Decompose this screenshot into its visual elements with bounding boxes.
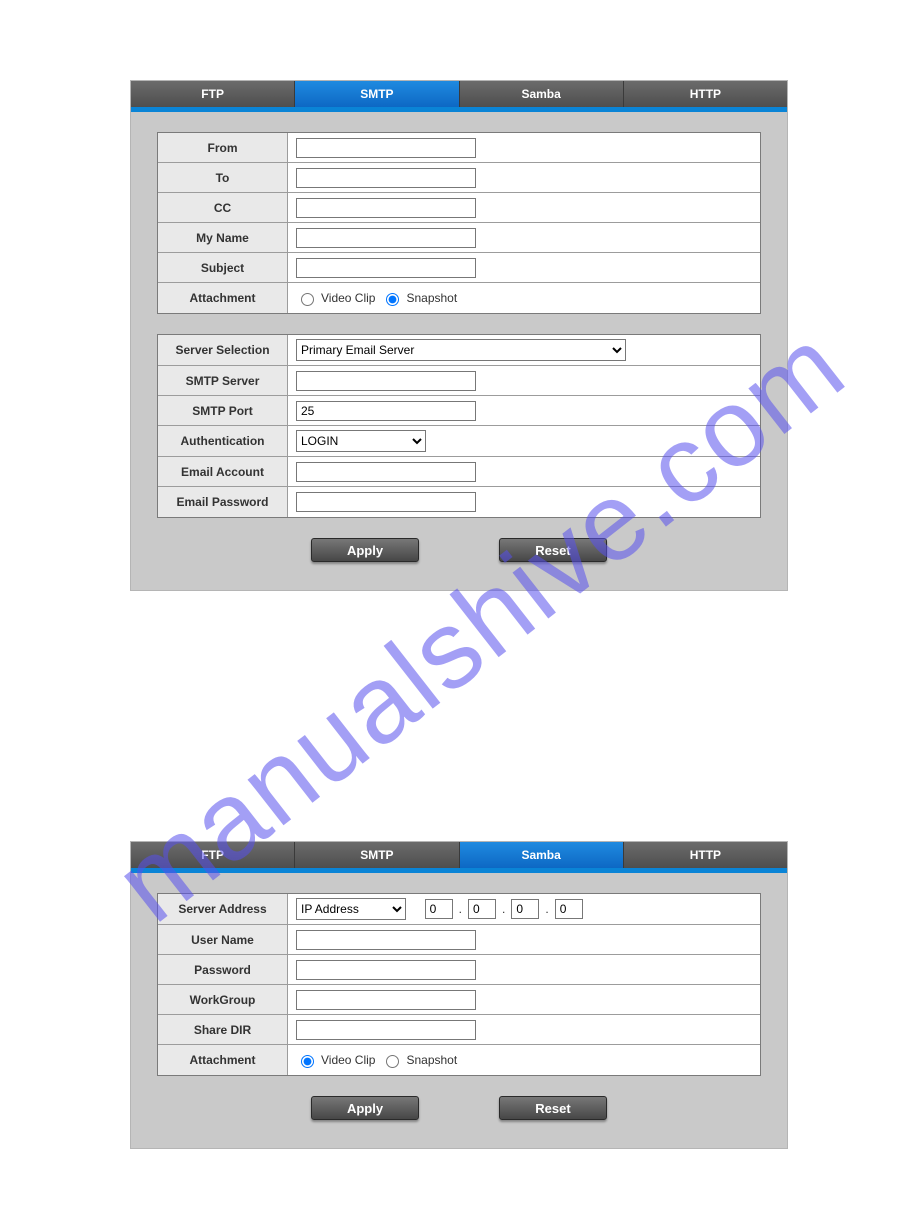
label-server-address: Server Address: [158, 894, 288, 924]
smtp-server-input[interactable]: [296, 371, 476, 391]
label-authentication: Authentication: [158, 426, 288, 456]
accent-bar: [131, 107, 787, 112]
apply-button[interactable]: Apply: [311, 1096, 419, 1120]
myname-input[interactable]: [296, 228, 476, 248]
smtp-group-1: From To CC My Name Subject Attachment Vi…: [157, 132, 761, 314]
tab-ftp[interactable]: FTP: [131, 81, 295, 107]
tab-ftp[interactable]: FTP: [131, 842, 295, 868]
tab-smtp[interactable]: SMTP: [295, 81, 459, 107]
radio-video-clip-label: Video Clip: [321, 1053, 375, 1067]
radio-video-clip-label: Video Clip: [321, 291, 375, 305]
apply-button[interactable]: Apply: [311, 538, 419, 562]
radio-video-clip[interactable]: Video Clip: [296, 290, 375, 306]
radio-video-clip-input[interactable]: [301, 1055, 314, 1068]
samba-username-input[interactable]: [296, 930, 476, 950]
ip-dot: .: [545, 902, 548, 916]
ip-dot: .: [459, 902, 462, 916]
radio-snapshot-label: Snapshot: [406, 1053, 457, 1067]
tab-http[interactable]: HTTP: [624, 842, 787, 868]
radio-snapshot-input[interactable]: [386, 293, 399, 306]
tab-samba[interactable]: Samba: [460, 842, 624, 868]
label-cc: CC: [158, 193, 288, 222]
label-to: To: [158, 163, 288, 192]
share-dir-input[interactable]: [296, 1020, 476, 1040]
tab-bar: FTP SMTP Samba HTTP: [131, 81, 787, 107]
ip-octet-1[interactable]: [425, 899, 453, 919]
to-input[interactable]: [296, 168, 476, 188]
ip-octet-3[interactable]: [511, 899, 539, 919]
label-email-password: Email Password: [158, 487, 288, 517]
smtp-group-2: Server Selection Primary Email Server SM…: [157, 334, 761, 518]
accent-bar: [131, 868, 787, 873]
radio-video-clip[interactable]: Video Clip: [296, 1052, 375, 1068]
tab-http[interactable]: HTTP: [624, 81, 787, 107]
reset-button[interactable]: Reset: [499, 1096, 607, 1120]
ip-octet-4[interactable]: [555, 899, 583, 919]
samba-group: Server Address IP Address . . . User Nam…: [157, 893, 761, 1076]
label-smtp-port: SMTP Port: [158, 396, 288, 425]
tab-smtp[interactable]: SMTP: [295, 842, 459, 868]
radio-snapshot-label: Snapshot: [406, 291, 457, 305]
ip-octet-2[interactable]: [468, 899, 496, 919]
tab-samba[interactable]: Samba: [460, 81, 624, 107]
ip-dot: .: [502, 902, 505, 916]
reset-button[interactable]: Reset: [499, 538, 607, 562]
email-password-input[interactable]: [296, 492, 476, 512]
radio-snapshot-input[interactable]: [386, 1055, 399, 1068]
from-input[interactable]: [296, 138, 476, 158]
label-attachment: Attachment: [158, 283, 288, 313]
label-subject: Subject: [158, 253, 288, 282]
subject-input[interactable]: [296, 258, 476, 278]
label-myname: My Name: [158, 223, 288, 252]
radio-video-clip-input[interactable]: [301, 293, 314, 306]
address-type-select[interactable]: IP Address: [296, 898, 406, 920]
smtp-panel: FTP SMTP Samba HTTP From To CC My Name S…: [130, 80, 788, 591]
samba-panel: FTP SMTP Samba HTTP Server Address IP Ad…: [130, 841, 788, 1149]
label-share-dir: Share DIR: [158, 1015, 288, 1044]
button-row: Apply Reset: [131, 1096, 787, 1120]
label-password: Password: [158, 955, 288, 984]
tab-bar: FTP SMTP Samba HTTP: [131, 842, 787, 868]
label-attachment: Attachment: [158, 1045, 288, 1075]
smtp-port-input[interactable]: [296, 401, 476, 421]
authentication-select[interactable]: LOGIN: [296, 430, 426, 452]
workgroup-input[interactable]: [296, 990, 476, 1010]
label-server-selection: Server Selection: [158, 335, 288, 365]
label-email-account: Email Account: [158, 457, 288, 486]
server-selection-select[interactable]: Primary Email Server: [296, 339, 626, 361]
label-user-name: User Name: [158, 925, 288, 954]
cc-input[interactable]: [296, 198, 476, 218]
label-workgroup: WorkGroup: [158, 985, 288, 1014]
label-smtp-server: SMTP Server: [158, 366, 288, 395]
radio-snapshot[interactable]: Snapshot: [381, 1052, 457, 1068]
label-from: From: [158, 133, 288, 162]
button-row: Apply Reset: [131, 538, 787, 562]
email-account-input[interactable]: [296, 462, 476, 482]
samba-password-input[interactable]: [296, 960, 476, 980]
radio-snapshot[interactable]: Snapshot: [381, 290, 457, 306]
